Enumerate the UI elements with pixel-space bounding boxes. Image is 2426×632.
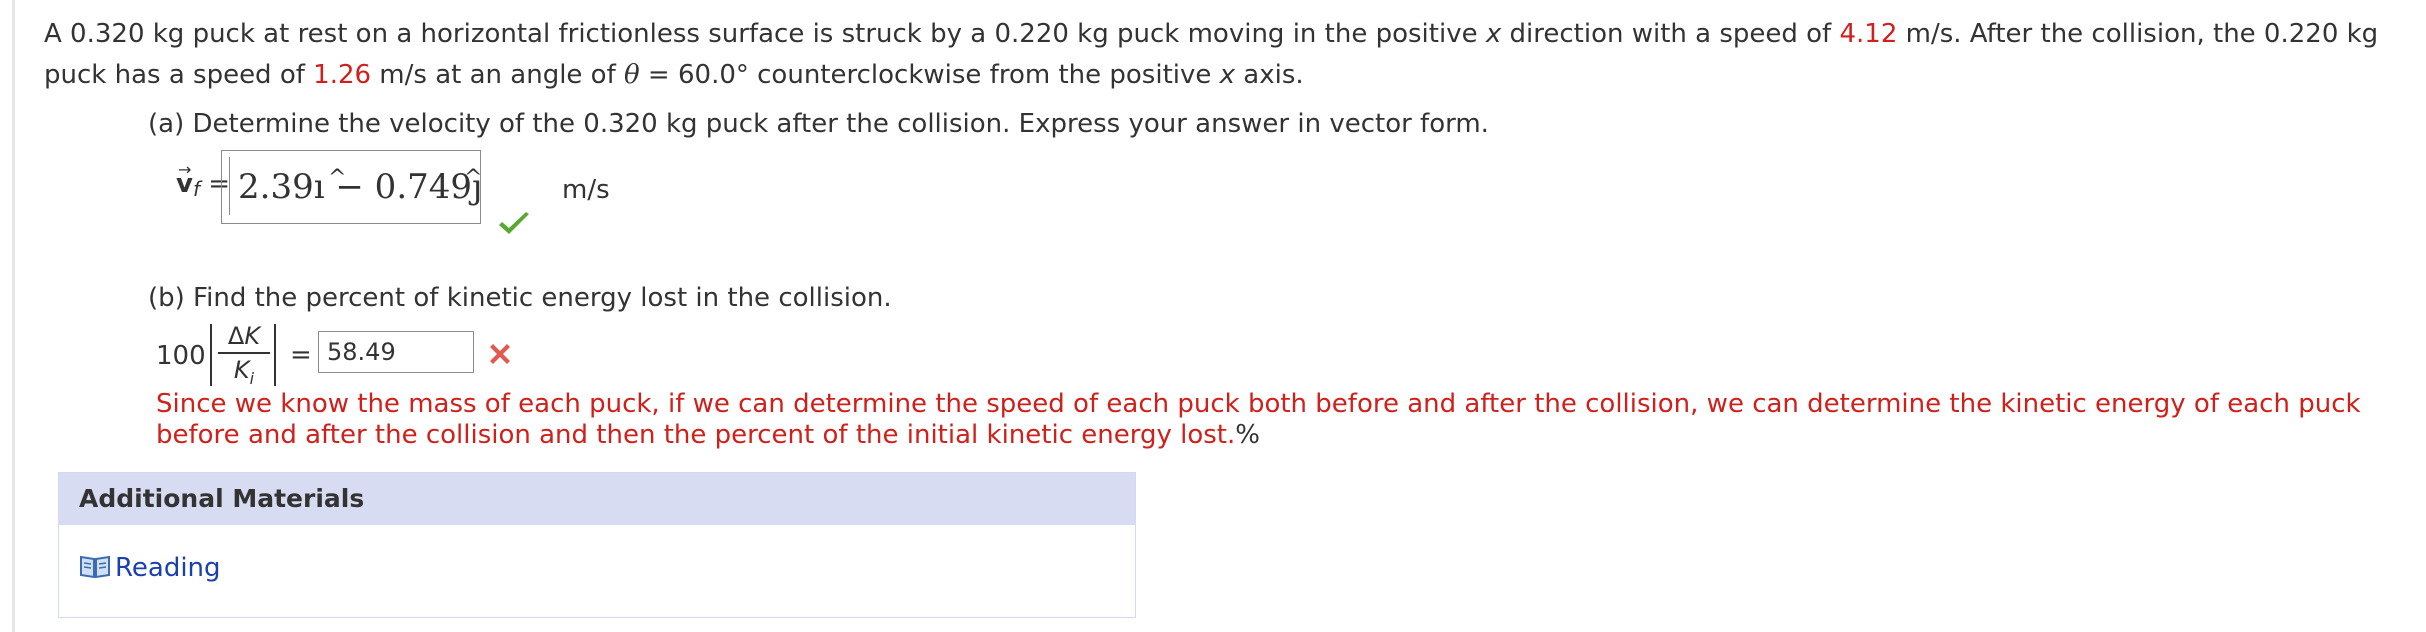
reading-link[interactable]: Reading [79, 551, 221, 585]
answer-input-b[interactable]: 58.49 [318, 331, 474, 373]
answer-box-a[interactable]: 2.39ı − 0.749ȷ ^ ^ [221, 150, 483, 224]
book-icon [80, 555, 110, 579]
reading-link-label: Reading [115, 553, 221, 583]
answer-a-math: 2.39ı − 0.749ȷ ^ ^ [238, 166, 483, 207]
additional-materials-panel: Additional Materials Reading [58, 472, 1136, 618]
left-rule [12, 0, 15, 632]
part-a-question: (a) Determine the velocity of the 0.320 … [148, 109, 1489, 139]
x-icon [490, 344, 510, 364]
speed-value-2: 1.26 [313, 60, 372, 90]
equals-sign-b: = [290, 340, 312, 370]
unit-a: m/s [562, 175, 610, 205]
additional-materials-header: Additional Materials [59, 473, 1135, 525]
part-b-question: (b) Find the percent of kinetic energy l… [148, 283, 892, 313]
speed-value-1: 4.12 [1839, 19, 1898, 49]
check-icon [499, 212, 529, 234]
answer-box-a-divider [229, 157, 230, 215]
feedback-hint: Since we know the mass of each puck, if … [156, 389, 2361, 450]
problem-statement: A 0.320 kg puck at rest on a horizontal … [44, 19, 2379, 90]
